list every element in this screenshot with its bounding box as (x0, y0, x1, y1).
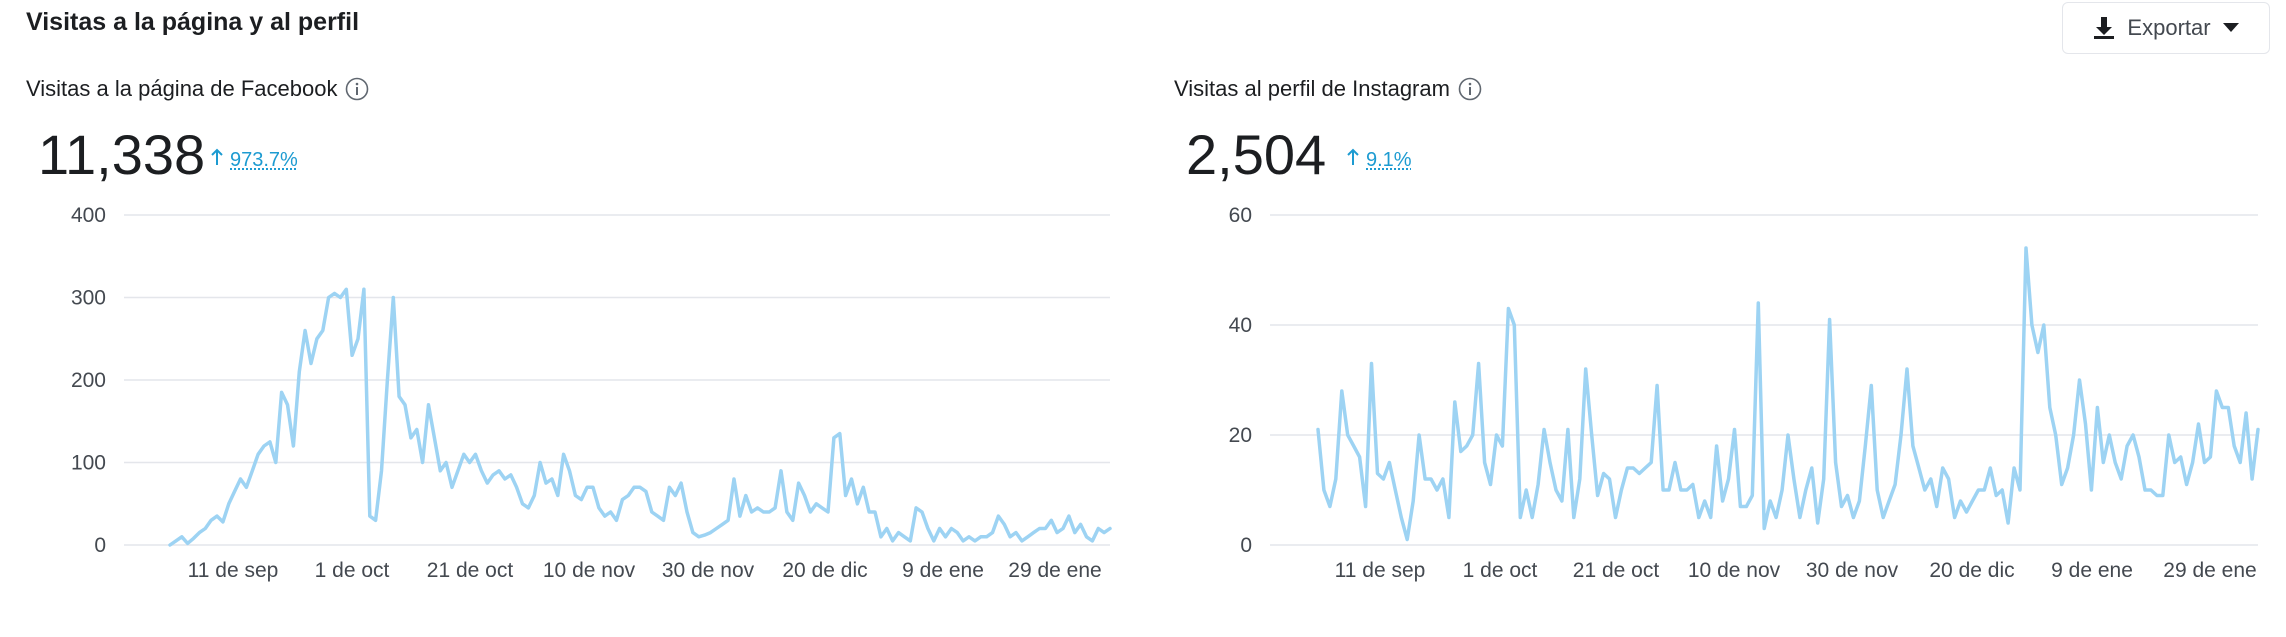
instagram-x-tick-label: 21 de oct (1573, 559, 1660, 582)
facebook-x-tick-label: 29 de ene (1008, 559, 1101, 582)
facebook-x-tick-label: 10 de nov (543, 559, 636, 582)
facebook-series-line (168, 287, 1112, 547)
instagram-x-tick-label: 29 de ene (2163, 559, 2256, 582)
facebook-y-tick-label: 0 (94, 534, 106, 557)
facebook-x-tick-label: 30 de nov (662, 559, 755, 582)
facebook-y-tick-label: 300 (71, 287, 106, 310)
facebook-x-tick-label: 1 de oct (315, 559, 390, 582)
facebook-x-tick-label: 9 de ene (902, 559, 984, 582)
facebook-x-tick-label: 21 de oct (427, 559, 514, 582)
instagram-y-tick-label: 0 (1240, 534, 1252, 557)
instagram-x-tick-label: 30 de nov (1806, 559, 1899, 582)
facebook-y-tick-label: 100 (71, 452, 106, 475)
instagram-x-tick-label: 11 de sep (1335, 559, 1426, 582)
instagram-series-line (1316, 246, 2260, 542)
instagram-x-tick-label: 9 de ene (2051, 559, 2133, 582)
facebook-y-tick-label: 400 (71, 204, 106, 227)
instagram-y-tick-label: 20 (1229, 424, 1252, 447)
page-profile-visits-panel: Visitas a la página y al perfil Exportar… (0, 0, 2286, 637)
facebook-y-tick-label: 200 (71, 369, 106, 392)
instagram-x-tick-label: 1 de oct (1463, 559, 1538, 582)
facebook-x-tick-label: 20 de dic (782, 559, 867, 582)
instagram-x-tick-label: 10 de nov (1688, 559, 1781, 582)
charts-canvas: 010020030040011 de sep 1 de oct 21 de oct 1… (71, 204, 2260, 582)
facebook-x-tick-label: 11 de sep (188, 559, 279, 582)
instagram-y-tick-label: 60 (1229, 204, 1252, 227)
instagram-x-tick-label: 20 de dic (1929, 559, 2014, 582)
instagram-y-tick-label: 40 (1229, 314, 1252, 337)
